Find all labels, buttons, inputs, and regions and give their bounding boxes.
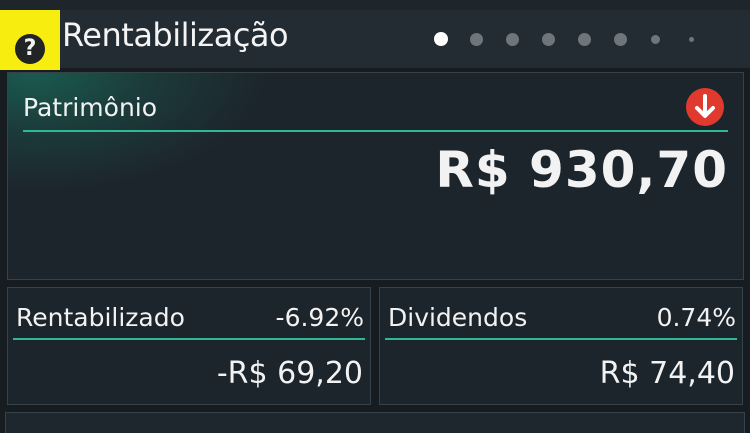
rentabilizado-percent: -6.92%	[275, 303, 364, 332]
card-glow	[8, 73, 268, 193]
rentabilizado-underline	[13, 338, 365, 340]
page-dot-7[interactable]	[651, 35, 660, 44]
page-dot-2[interactable]	[470, 33, 483, 46]
page-title: Rentabilização	[62, 16, 289, 54]
page-dot-6[interactable]	[614, 33, 627, 46]
arrow-down-circle-icon	[686, 88, 724, 126]
dividendos-card[interactable]: Dividendos 0.74% R$ 74,40	[379, 287, 743, 405]
page-dot-1[interactable]	[434, 32, 448, 46]
page-dot-5[interactable]	[578, 33, 591, 46]
top-strip	[0, 0, 750, 10]
help-button[interactable]: ?	[0, 10, 60, 70]
page-dot-8[interactable]	[689, 37, 694, 42]
next-card[interactable]	[5, 412, 745, 433]
page-dot-3[interactable]	[506, 33, 519, 46]
dividendos-value: R$ 74,40	[599, 356, 735, 391]
dividendos-percent: 0.74%	[656, 303, 736, 332]
patrimonio-value: R$ 930,70	[435, 141, 728, 199]
patrimonio-label: Patrimônio	[23, 93, 158, 122]
question-mark-icon[interactable]: ?	[15, 34, 45, 64]
patrimonio-card[interactable]: Patrimônio R$ 930,70	[7, 72, 744, 280]
page-dot-4[interactable]	[542, 33, 555, 46]
rentabilizado-card[interactable]: Rentabilizado -6.92% -R$ 69,20	[7, 287, 371, 405]
dividendos-label: Dividendos	[388, 303, 528, 332]
rentabilizado-value: -R$ 69,20	[216, 356, 363, 391]
dividendos-underline	[385, 338, 737, 340]
rentabilizacao-screen: ? Rentabilização Patrimônio R$ 930,70 Re…	[0, 0, 750, 433]
patrimonio-underline	[23, 130, 728, 132]
rentabilizado-label: Rentabilizado	[16, 303, 185, 332]
